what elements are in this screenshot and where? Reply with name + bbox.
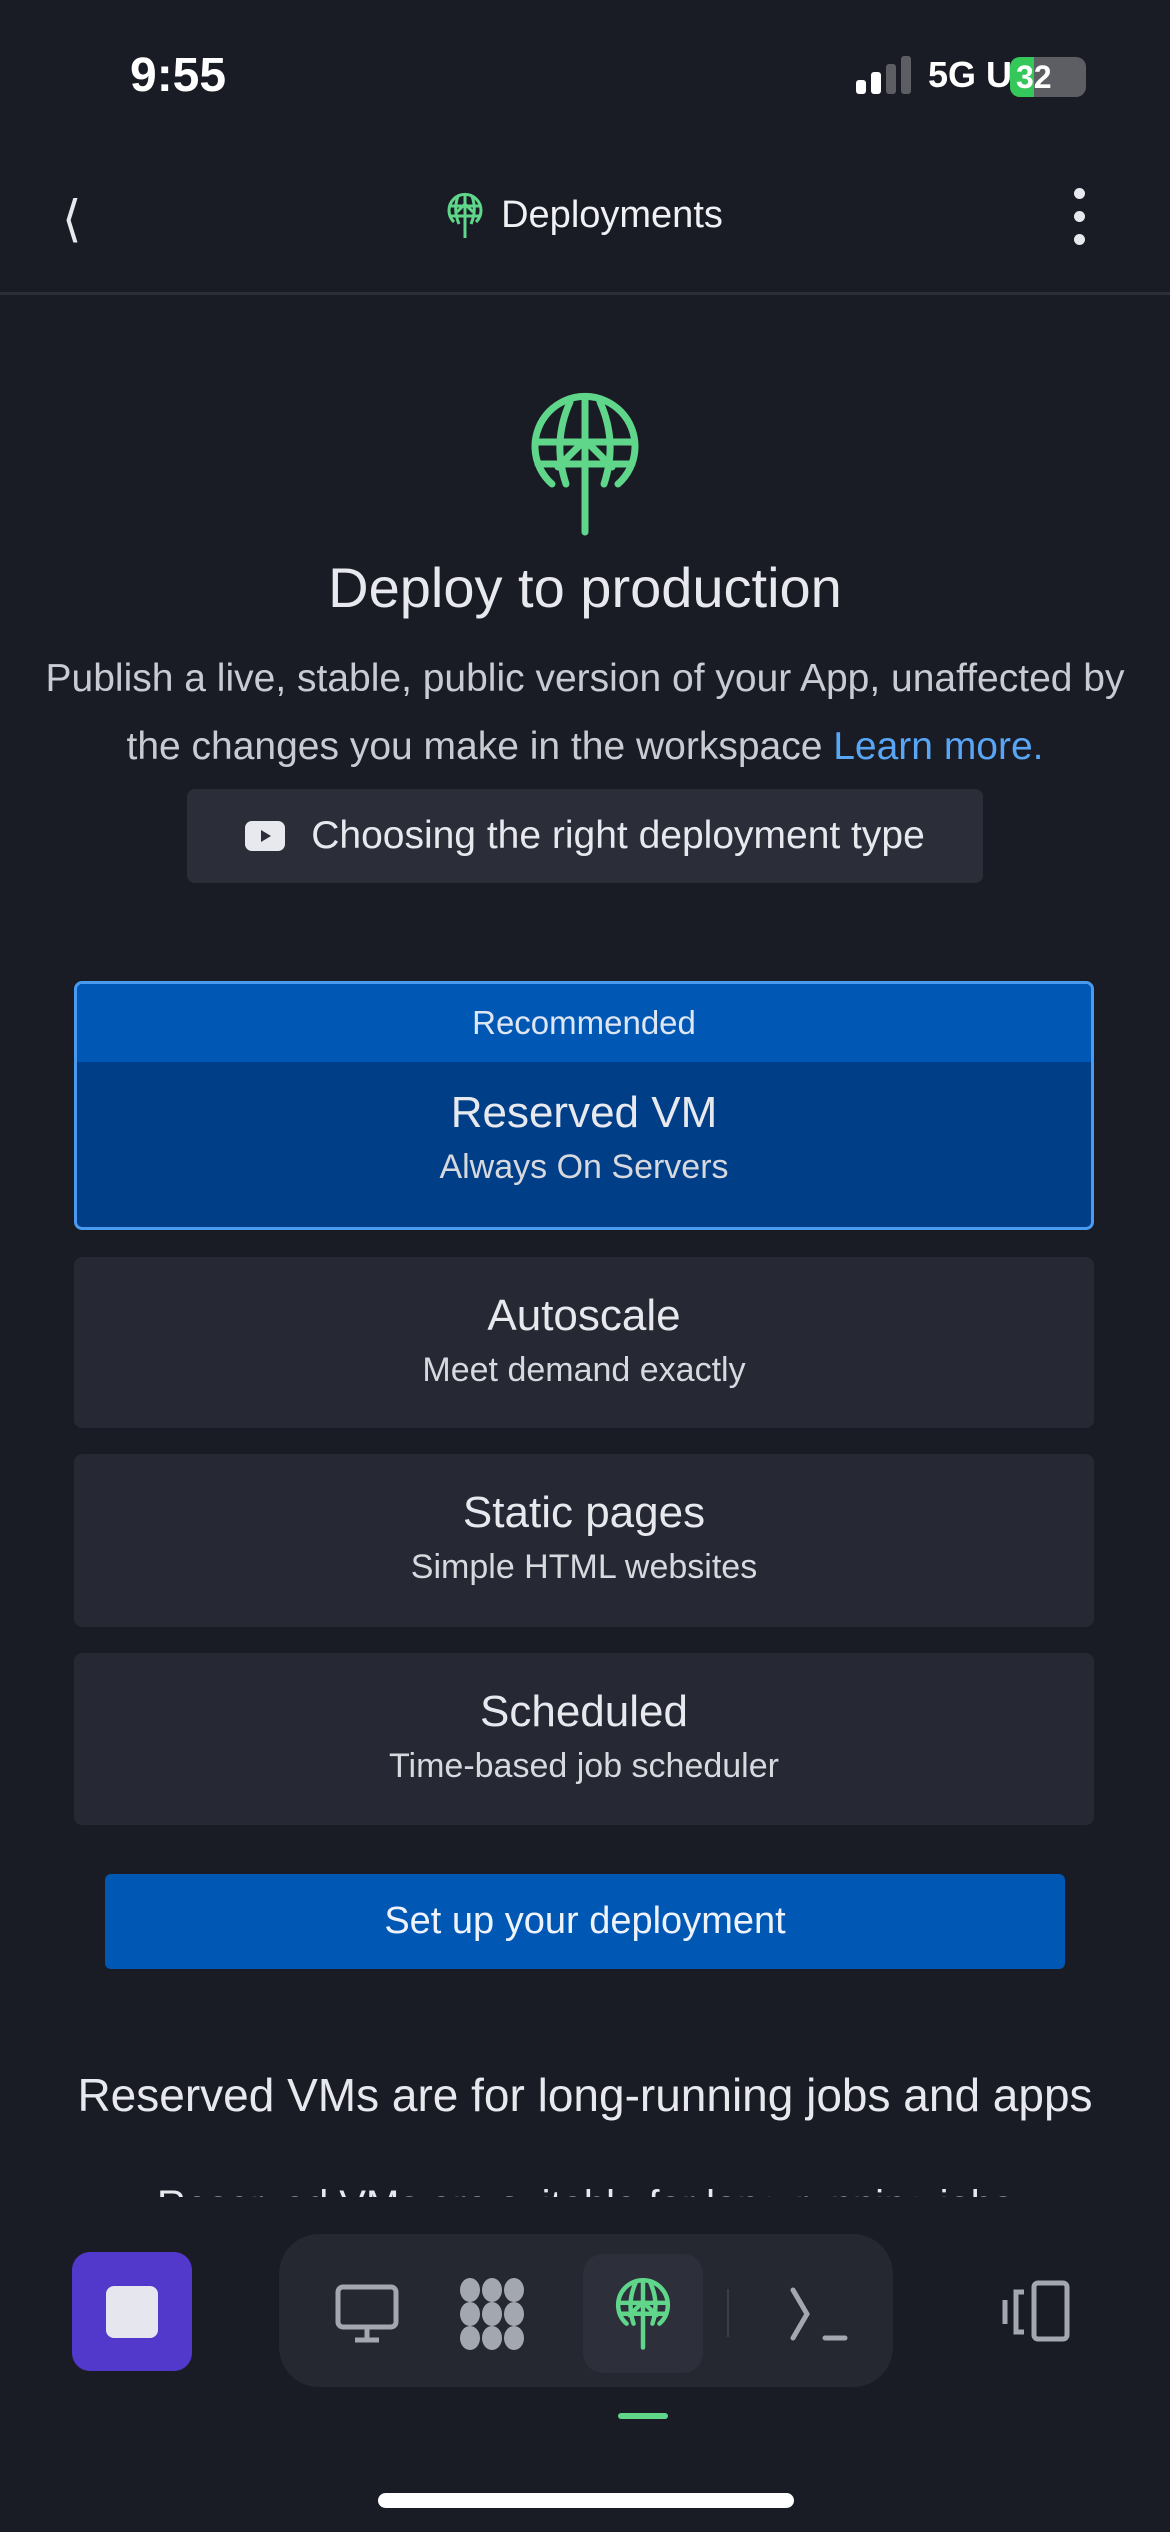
play-video-icon [245,821,286,851]
tab-divider [727,2289,729,2337]
option-name: Reserved VM [450,1088,718,1137]
option-name: Static pages [462,1488,706,1537]
info-body: Reserved VMs are suitable for long-runni… [0,2175,1170,2197]
deployment-option-reserved-vm[interactable]: Recommended Reserved VM Always On Server… [74,981,1094,1230]
deployments-icon [615,2277,671,2350]
deploy-globe-icon [531,392,639,536]
shell-icon [790,2287,848,2340]
deployment-option-scheduled[interactable]: Scheduled Time-based job scheduler [74,1653,1094,1825]
setup-deployment-button[interactable]: Set up your deployment [105,1874,1065,1969]
switch-view-button[interactable] [1000,2280,1072,2347]
tab-deployments[interactable] [583,2254,703,2373]
option-name: Autoscale [487,1291,681,1340]
info-heading: Reserved VMs are for long-running jobs a… [77,2069,1093,2121]
deployment-option-autoscale[interactable]: Autoscale Meet demand exactly [74,1257,1094,1428]
active-tab-indicator [618,2413,668,2419]
webview-icon [335,2284,399,2342]
option-subtitle: Simple HTML websites [410,1548,758,1586]
option-subtitle: Meet demand exactly [422,1351,746,1389]
hero-title: Deploy to production [328,556,842,619]
battery-level: 32 [1016,59,1052,95]
option-name: Scheduled [480,1687,688,1736]
tab-workflows[interactable] [432,2254,552,2373]
tab-webview[interactable] [307,2254,427,2373]
workflows-icon [460,2277,524,2350]
stop-button[interactable] [72,2252,192,2371]
deployment-option-static[interactable]: Static pages Simple HTML websites [74,1454,1094,1627]
nav-title: Deployments [0,190,1170,240]
page-title: Deployments [501,193,723,236]
video-label: Choosing the right deployment type [311,814,925,857]
deploy-globe-icon [447,192,483,238]
option-subtitle: Time-based job scheduler [389,1747,779,1785]
battery-icon: 32 [1010,57,1086,97]
status-time: 9:55 [130,49,227,102]
signal-icon [856,56,911,94]
hero-description: Publish a live, stable, public version o… [20,645,1150,781]
tab-shell[interactable] [759,2254,879,2373]
hero-icon [0,392,1170,542]
recommended-badge: Recommended [77,984,1091,1062]
home-indicator [378,2493,794,2508]
devices-icon [1002,2280,1070,2342]
learn-more-link[interactable]: Learn more. [833,725,1043,768]
stop-icon [106,2285,158,2338]
option-subtitle: Always On Servers [439,1148,729,1186]
more-options-button[interactable] [1065,188,1093,245]
tool-tab-bar [279,2234,893,2387]
video-button[interactable]: Choosing the right deployment type [187,789,983,883]
